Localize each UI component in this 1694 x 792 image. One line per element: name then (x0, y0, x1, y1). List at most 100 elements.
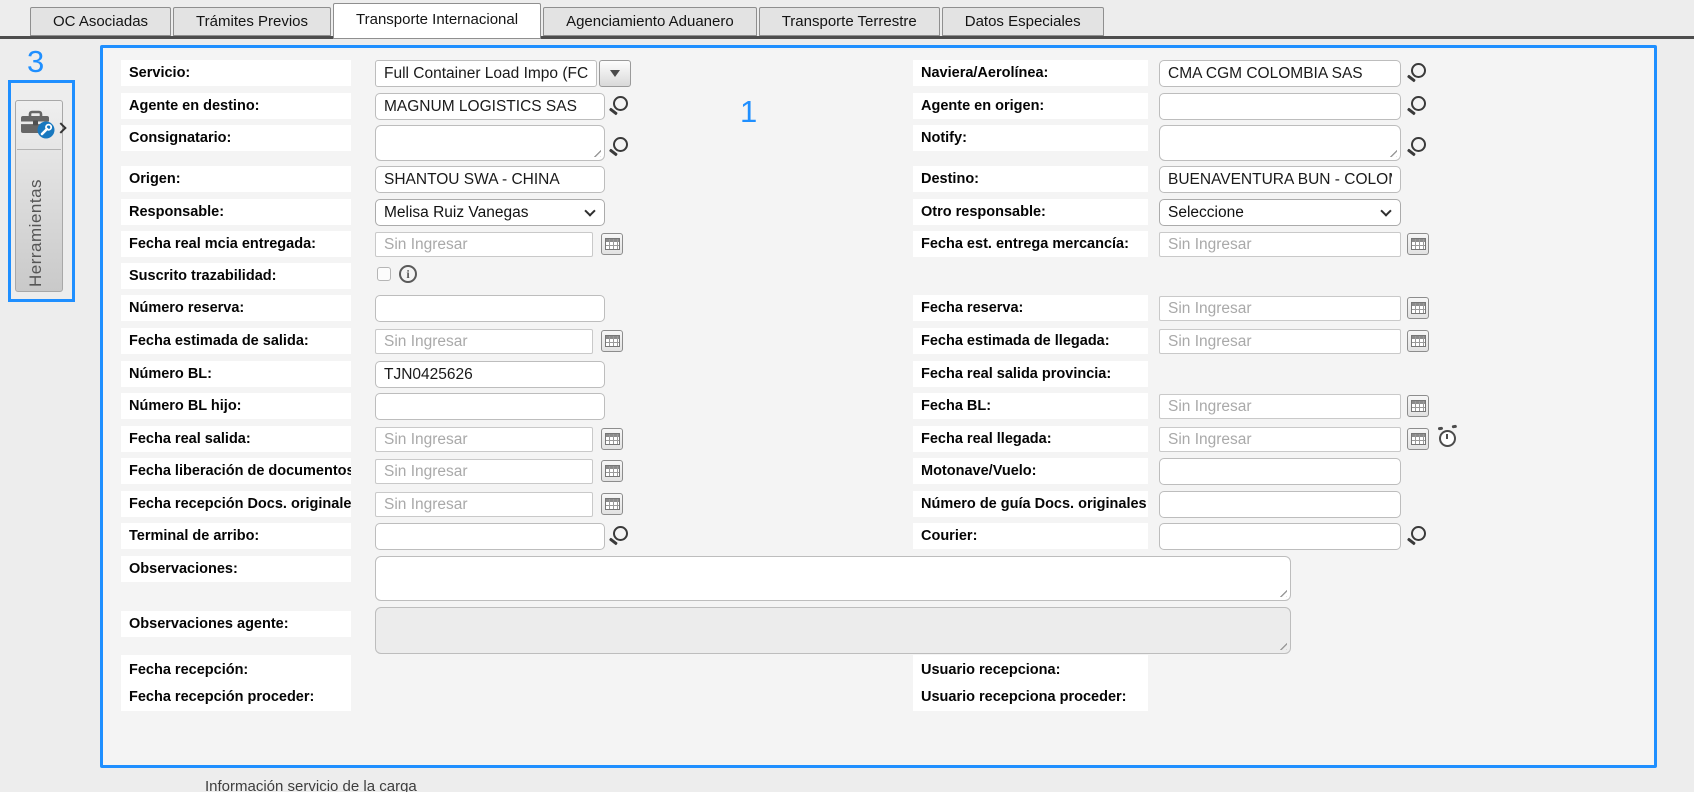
fecha-recepcion-proceder-label: Fecha recepción proceder: (129, 689, 314, 705)
search-icon[interactable] (1405, 93, 1429, 119)
suscrito-trazabilidad-label: Suscrito trazabilidad: (121, 263, 351, 289)
numero-guia-docs-input[interactable] (1159, 491, 1401, 518)
tab-agenciamiento-aduanero[interactable]: Agenciamiento Aduanero (543, 7, 757, 36)
alarm-clock-icon[interactable] (1439, 430, 1456, 447)
suscrito-trazabilidad-checkbox[interactable] (377, 267, 391, 281)
calendar-icon[interactable] (601, 233, 623, 255)
annotation-marker-3: 3 (27, 46, 44, 77)
search-icon[interactable] (607, 523, 631, 549)
destino-label: Destino: (913, 166, 1148, 192)
tab-tramites-previos[interactable]: Trámites Previos (173, 7, 331, 36)
search-icon[interactable] (607, 134, 631, 160)
resize-handle-icon[interactable] (1277, 587, 1287, 597)
transporte-internacional-form: Servicio: Agente en destino: Consignatar… (100, 45, 1657, 768)
naviera-aerolinea-label: Naviera/Aerolínea: (913, 60, 1148, 86)
search-icon[interactable] (1405, 60, 1429, 86)
fecha-recepcion-docs-input[interactable] (375, 492, 593, 517)
numero-bl-input[interactable] (375, 361, 605, 388)
search-icon[interactable] (1405, 134, 1429, 160)
terminal-arribo-input[interactable] (375, 523, 605, 550)
resize-handle-icon[interactable] (1387, 147, 1397, 157)
numero-bl-hijo-label: Número BL hijo: (121, 393, 351, 419)
fecha-est-entrega-input[interactable] (1159, 232, 1401, 257)
fecha-real-salida-provincia-label: Fecha real salida provincia: (913, 361, 1148, 387)
calendar-icon[interactable] (1407, 428, 1429, 450)
resize-handle-icon (1277, 640, 1287, 650)
servicio-combobox-input[interactable] (375, 60, 597, 87)
fecha-estimada-llegada-label: Fecha estimada de llegada: (913, 328, 1148, 354)
fecha-real-llegada-label: Fecha real llegada: (913, 426, 1148, 452)
calendar-icon[interactable] (1407, 330, 1429, 352)
fecha-liberacion-docs-label: Fecha liberación de documentos: (121, 458, 351, 484)
tools-panel-highlight: Herramientas (8, 80, 75, 302)
origen-input[interactable] (375, 166, 605, 193)
tab-oc-asociadas[interactable]: OC Asociadas (30, 7, 171, 36)
motonave-vuelo-label: Motonave/Vuelo: (913, 458, 1148, 484)
calendar-icon[interactable] (601, 493, 623, 515)
consignatario-label: Consignatario: (121, 125, 351, 151)
otro-responsable-label: Otro responsable: (913, 199, 1148, 225)
notify-textarea[interactable] (1159, 125, 1401, 161)
fecha-estimada-salida-label: Fecha estimada de salida: (121, 328, 351, 354)
fecha-recepcion-docs-label: Fecha recepción Docs. originales: (121, 491, 351, 517)
tools-divider (17, 149, 61, 150)
responsable-selected-value: Melisa Ruiz Vanegas (384, 204, 528, 221)
courier-input[interactable] (1159, 523, 1401, 550)
fecha-real-salida-input[interactable] (375, 427, 593, 452)
calendar-icon[interactable] (601, 428, 623, 450)
fecha-liberacion-docs-input[interactable] (375, 459, 593, 484)
fecha-reserva-input[interactable] (1159, 296, 1401, 321)
motonave-vuelo-input[interactable] (1159, 458, 1401, 485)
info-icon[interactable] (399, 265, 417, 283)
responsable-label: Responsable: (121, 199, 351, 225)
fecha-estimada-llegada-input[interactable] (1159, 329, 1401, 354)
agente-destino-label: Agente en destino: (121, 93, 351, 119)
tab-transporte-terrestre[interactable]: Transporte Terrestre (759, 7, 940, 36)
fecha-real-mcia-input[interactable] (375, 232, 593, 257)
numero-reserva-input[interactable] (375, 295, 605, 322)
responsable-select[interactable]: Melisa Ruiz Vanegas (375, 199, 605, 226)
numero-bl-label: Número BL: (121, 361, 351, 387)
fecha-real-llegada-input[interactable] (1159, 427, 1401, 452)
chevron-down-icon (584, 205, 595, 216)
fecha-bl-input[interactable] (1159, 394, 1401, 419)
fecha-estimada-salida-input[interactable] (375, 329, 593, 354)
toolbox-icon (18, 107, 58, 146)
tools-panel[interactable]: Herramientas (15, 100, 63, 292)
calendar-icon[interactable] (601, 460, 623, 482)
tab-transporte-internacional[interactable]: Transporte Internacional (333, 3, 541, 39)
chevron-down-icon (1380, 205, 1391, 216)
fecha-real-mcia-label: Fecha real mcia entregada: (121, 231, 351, 257)
terminal-arribo-label: Terminal de arribo: (121, 523, 351, 549)
annotation-marker-1: 1 (740, 96, 757, 127)
calendar-icon[interactable] (1407, 395, 1429, 417)
calendar-icon[interactable] (1407, 233, 1429, 255)
numero-bl-hijo-input[interactable] (375, 393, 605, 420)
destino-input[interactable] (1159, 166, 1401, 193)
usuario-recepciona-label: Usuario recepciona: (921, 662, 1060, 678)
origen-label: Origen: (121, 166, 351, 192)
numero-guia-docs-label: Número de guía Docs. originales: (913, 491, 1148, 517)
resize-handle-icon[interactable] (591, 147, 601, 157)
consignatario-textarea[interactable] (375, 125, 605, 161)
search-icon[interactable] (1405, 523, 1429, 549)
search-icon[interactable] (607, 93, 631, 119)
servicio-dropdown-button[interactable] (599, 60, 631, 87)
observaciones-textarea[interactable] (375, 556, 1291, 601)
naviera-aerolinea-input[interactable] (1159, 60, 1401, 87)
agente-origen-label: Agente en origen: (913, 93, 1148, 119)
agente-origen-input[interactable] (1159, 93, 1401, 120)
courier-label: Courier: (913, 523, 1148, 549)
observaciones-agente-textarea (375, 607, 1291, 654)
observaciones-label: Observaciones: (121, 556, 351, 582)
agente-destino-input[interactable] (375, 93, 605, 120)
tab-datos-especiales[interactable]: Datos Especiales (942, 7, 1104, 36)
usuario-recepciona-block: Usuario recepciona: Usuario recepciona p… (913, 655, 1148, 711)
calendar-icon[interactable] (1407, 297, 1429, 319)
otro-responsable-selected-value: Seleccione (1168, 204, 1244, 221)
otro-responsable-select[interactable]: Seleccione (1159, 199, 1401, 226)
expand-tools-chevron-icon[interactable] (57, 119, 65, 137)
observaciones-agente-label: Observaciones agente: (121, 611, 351, 637)
calendar-icon[interactable] (601, 330, 623, 352)
dropdown-arrow-icon (610, 70, 620, 82)
